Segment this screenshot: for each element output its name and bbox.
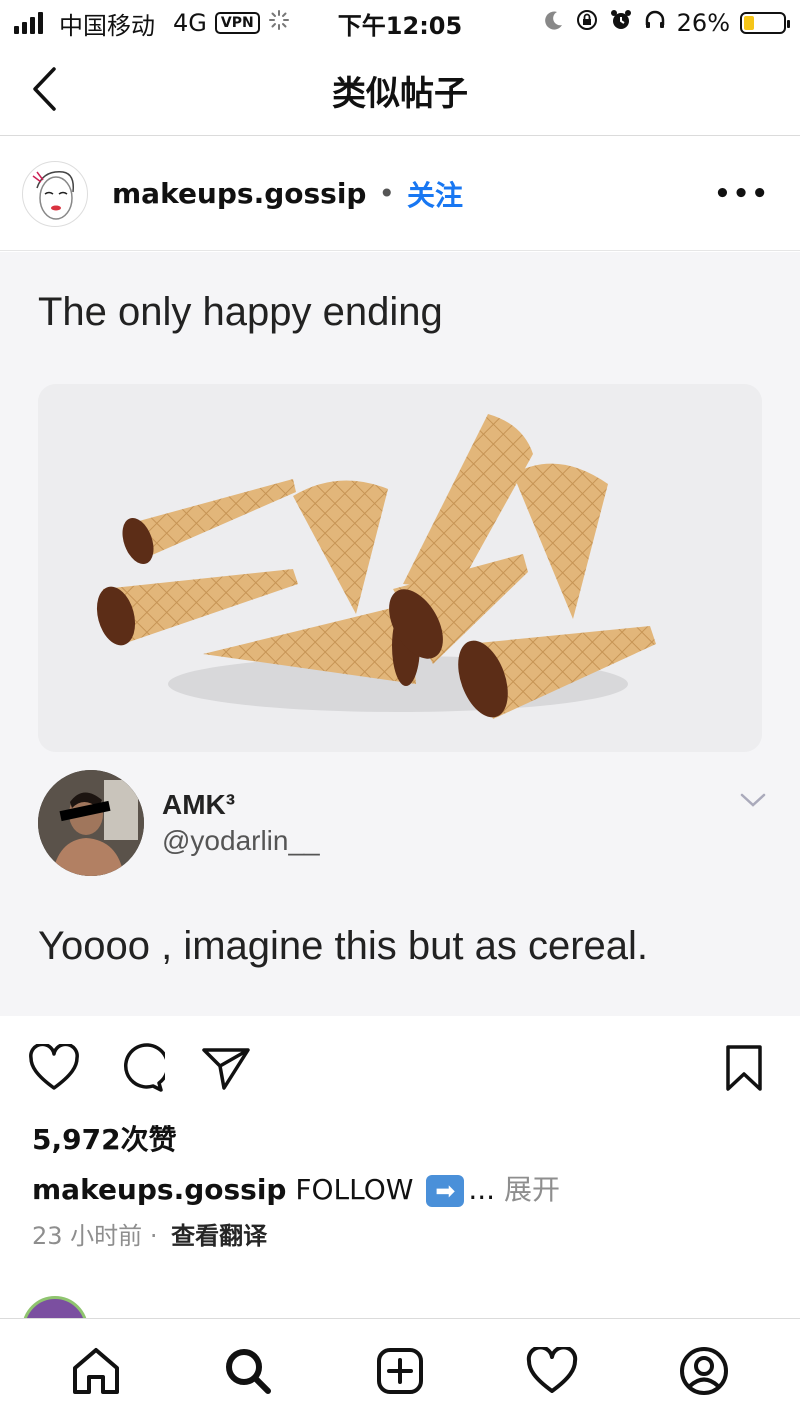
right-arrow-emoji-icon: ➡ [426,1175,465,1207]
save-button[interactable] [716,1040,772,1096]
tab-profile[interactable] [672,1339,736,1403]
tweet-author-name: AMK³ [162,789,236,820]
post-actions [0,1040,800,1100]
send-icon [202,1048,250,1090]
like-button[interactable] [26,1040,82,1096]
share-button[interactable] [198,1040,254,1096]
tweet-body: Yoooo , imagine this but as cereal. [38,924,649,968]
tweet-author-handle: @yodarlin__ [162,825,320,856]
page-title: 类似帖子 [332,74,468,114]
chevron-down-icon [740,793,766,807]
status-bar: 中国移动 4G VPN 下午12:05 26% [0,0,800,46]
post-meta: 23 小时前 · 查看翻译 [32,1216,267,1251]
vpn-badge: VPN [214,12,260,34]
back-button[interactable] [24,64,64,114]
carrier-label: 中国移动 [59,11,155,40]
moon-icon [543,9,565,37]
follow-button[interactable]: 关注 [407,174,463,214]
alarm-icon [609,8,633,38]
battery-fill [744,16,754,30]
post-caption: makeups.gossip FOLLOW ➡... 展开 [32,1168,560,1208]
author-username[interactable]: makeups.gossip [112,177,366,210]
tab-bar [0,1318,800,1423]
tab-home[interactable] [64,1339,128,1403]
bookmark-icon [726,1045,762,1091]
separator-dot: • [378,177,395,210]
create-post-icon [377,1348,423,1394]
chevron-left-icon [33,67,56,111]
expand-caption-button[interactable]: 展开 [504,1173,560,1206]
tweet-photo [38,384,762,752]
network-label: 4G [173,9,207,37]
tab-create[interactable] [368,1339,432,1403]
tab-activity[interactable] [520,1339,584,1403]
activity-heart-icon [526,1347,578,1393]
face-sketch-icon [32,170,75,220]
caption-text: FOLLOW [295,1173,414,1206]
status-right: 26% [543,8,790,38]
comment-button[interactable] [112,1040,168,1096]
status-left: 中国移动 4G VPN [14,6,290,41]
tweet-author: AMK³ @yodarlin__ [38,770,320,876]
author-avatar[interactable] [22,160,88,227]
post-media[interactable]: The only happy ending AMK³ @yodarlin__ Y… [0,252,800,1016]
comment-icon [124,1043,165,1092]
post-time: 23 小时前 [32,1222,143,1250]
caption-username[interactable]: makeups.gossip [32,1173,286,1206]
headphones-icon [643,8,667,38]
tab-search[interactable] [216,1339,280,1403]
search-icon [226,1349,271,1394]
rotation-lock-icon [575,8,599,38]
more-options-button[interactable]: ••• [714,179,778,209]
post-header: makeups.gossip • 关注 ••• [0,137,800,251]
heart-icon [29,1044,79,1090]
translate-button[interactable]: 查看翻译 [171,1222,267,1250]
tweet-author-avatar [38,770,144,876]
profile-icon [680,1347,728,1395]
signal-icon [14,12,43,34]
loading-icon [268,9,290,37]
meta-separator: · [149,1222,158,1250]
caption-ellipsis: ... [468,1173,496,1206]
battery-icon [740,12,790,34]
battery-percent: 26% [676,9,730,37]
nav-header: 类似帖子 [0,46,800,136]
person-photo-icon [38,770,144,876]
wafer-cones-image [38,384,762,752]
like-count[interactable]: 5,972次赞 [32,1118,177,1158]
tweet-text: The only happy ending [38,290,443,334]
tweet-author-names: AMK³ @yodarlin__ [162,789,320,857]
home-icon [73,1348,119,1394]
